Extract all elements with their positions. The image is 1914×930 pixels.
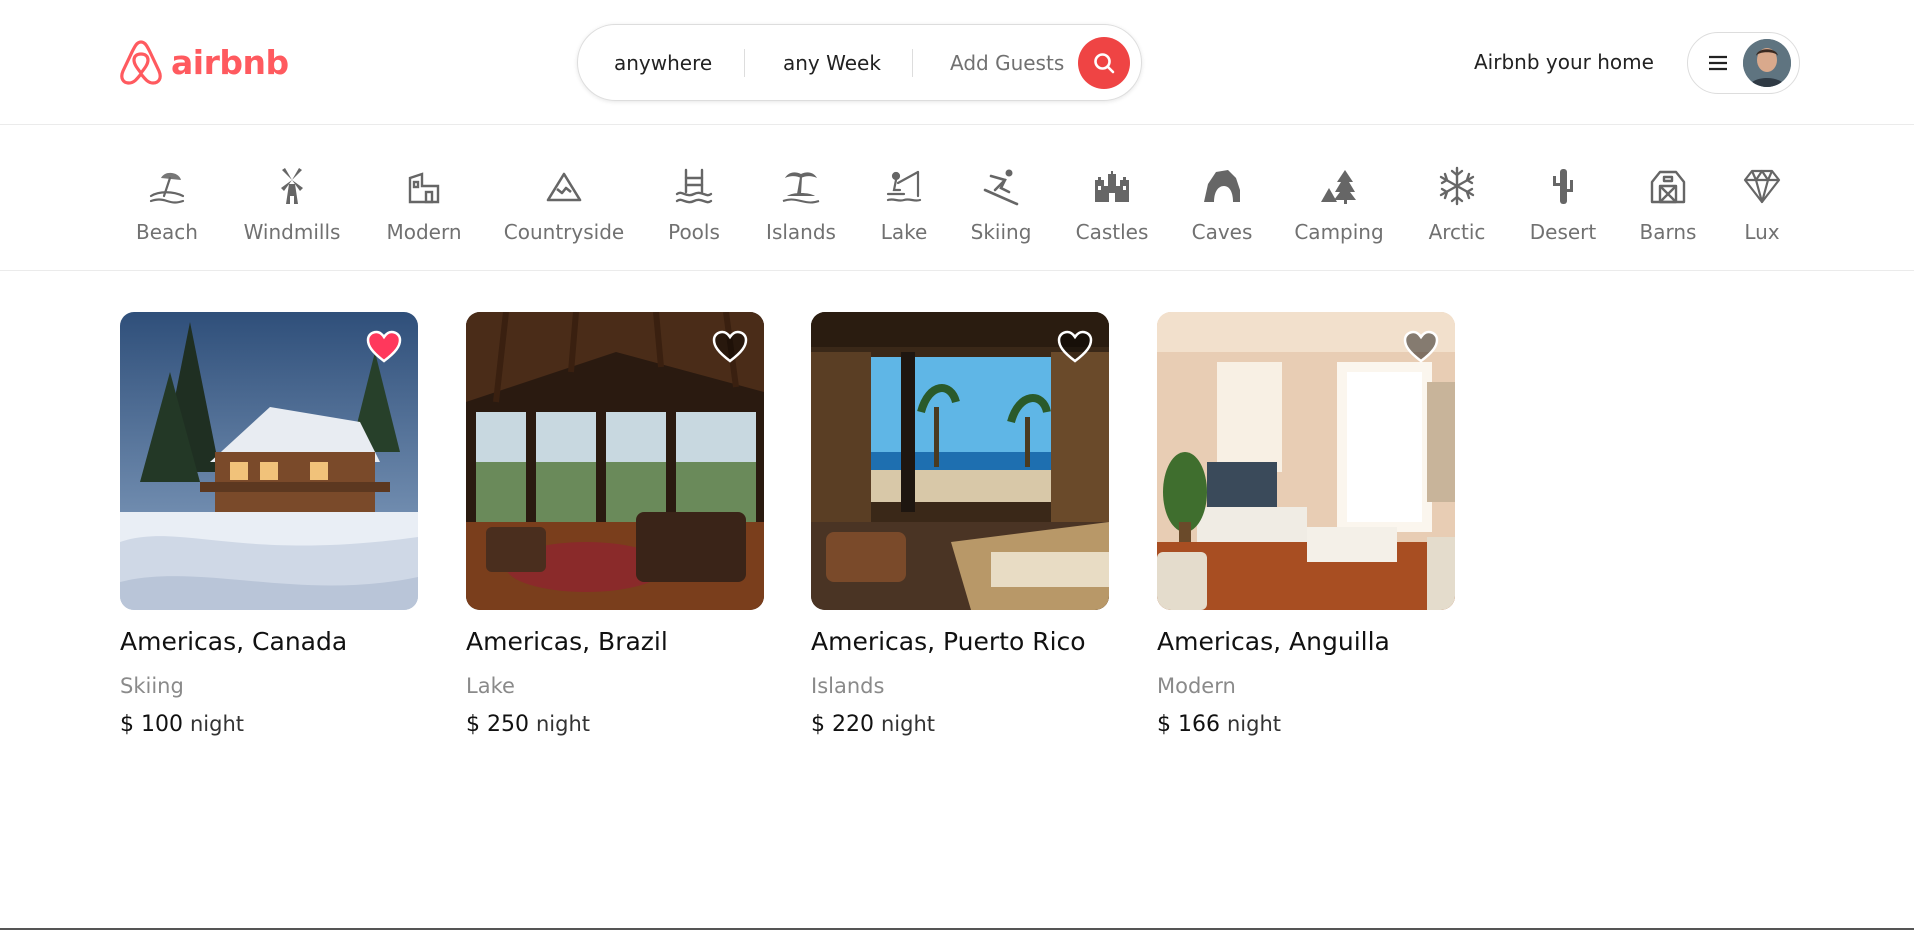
lake-fishing-icon	[883, 165, 925, 207]
listing-location: Americas, Anguilla	[1157, 627, 1390, 656]
category-label: Barns	[1639, 220, 1697, 244]
category-lux[interactable]: Lux	[1741, 125, 1783, 271]
category-label: Arctic	[1428, 220, 1486, 244]
search-when[interactable]: any Week	[783, 25, 881, 100]
listing-location: Americas, Canada	[120, 627, 348, 656]
listing-price: $ 220 night	[811, 712, 1109, 737]
category-camping[interactable]: Camping	[1294, 125, 1384, 271]
search-divider	[744, 49, 745, 77]
favorite-heart-icon[interactable]	[1057, 330, 1093, 364]
category-lake[interactable]: Lake	[880, 125, 928, 271]
listing-photo[interactable]	[811, 312, 1109, 610]
category-label: Windmills	[243, 220, 341, 244]
price-value: $ 166	[1157, 712, 1220, 737]
listing-location: Americas, Brazil	[466, 627, 668, 656]
island-icon	[780, 165, 822, 207]
cactus-icon	[1542, 165, 1584, 207]
top-header: airbnb anywhere any Week Add Guests Airb…	[0, 0, 1914, 125]
category-label: Countryside	[503, 220, 625, 244]
category-label: Castles	[1075, 220, 1149, 244]
tent-tree-icon	[1318, 165, 1360, 207]
price-unit: night	[1226, 712, 1282, 736]
listing-photo[interactable]	[1157, 312, 1455, 610]
search-where[interactable]: anywhere	[614, 25, 712, 100]
price-value: $ 100	[120, 712, 183, 737]
modern-house-icon	[403, 165, 445, 207]
favorite-heart-icon[interactable]	[1403, 330, 1439, 364]
user-menu-button[interactable]	[1687, 32, 1800, 94]
category-label: Camping	[1294, 220, 1384, 244]
search-divider	[912, 49, 913, 77]
listing-category: Islands	[811, 674, 885, 698]
search-guests[interactable]: Add Guests	[950, 25, 1064, 100]
beach-icon	[146, 165, 188, 207]
listing-card[interactable]: Americas, Puerto Rico Islands $ 220 nigh…	[811, 312, 1109, 737]
category-label: Desert	[1529, 220, 1597, 244]
search-bar[interactable]: anywhere any Week Add Guests	[577, 24, 1142, 101]
price-unit: night	[535, 712, 591, 736]
category-arctic[interactable]: Arctic	[1428, 125, 1486, 271]
user-avatar	[1743, 39, 1791, 87]
price-unit: night	[189, 712, 245, 736]
category-label: Skiing	[970, 220, 1032, 244]
listing-category: Modern	[1157, 674, 1236, 698]
price-value: $ 250	[466, 712, 529, 737]
listing-photo[interactable]	[120, 312, 418, 610]
mountain-icon	[543, 165, 585, 207]
listing-card[interactable]: Americas, Brazil Lake $ 250 night	[466, 312, 764, 737]
category-label: Lake	[880, 220, 928, 244]
category-pools[interactable]: Pools	[666, 125, 722, 271]
listing-price: $ 100 night	[120, 712, 418, 737]
skier-icon	[980, 165, 1022, 207]
category-islands[interactable]: Islands	[766, 125, 836, 271]
barn-icon	[1647, 165, 1689, 207]
listing-card[interactable]: Americas, Anguilla Modern $ 166 night	[1157, 312, 1455, 737]
search-icon	[1094, 53, 1115, 74]
listing-category: Lake	[466, 674, 515, 698]
pool-icon	[673, 165, 715, 207]
category-label: Islands	[766, 220, 836, 244]
listing-card[interactable]: Americas, Canada Skiing $ 100 night	[120, 312, 418, 737]
category-modern[interactable]: Modern	[386, 125, 462, 271]
price-value: $ 220	[811, 712, 874, 737]
category-caves[interactable]: Caves	[1191, 125, 1253, 271]
category-label: Beach	[136, 220, 198, 244]
listing-category: Skiing	[120, 674, 184, 698]
hamburger-menu-icon	[1709, 55, 1727, 71]
listing-location: Americas, Puerto Rico	[811, 627, 1086, 656]
category-barns[interactable]: Barns	[1640, 125, 1696, 271]
castle-icon	[1091, 165, 1133, 207]
category-label: Pools	[668, 220, 720, 244]
listing-price: $ 250 night	[466, 712, 764, 737]
category-label: Lux	[1744, 220, 1780, 244]
snowflake-icon	[1436, 165, 1478, 207]
price-unit: night	[880, 712, 936, 736]
airbnb-your-home-link[interactable]: Airbnb your home	[1474, 50, 1654, 74]
diamond-icon	[1741, 165, 1783, 207]
brand-name: airbnb	[171, 42, 289, 82]
category-label: Modern	[386, 220, 462, 244]
category-castles[interactable]: Castles	[1076, 125, 1148, 271]
category-label: Caves	[1191, 220, 1253, 244]
listing-price: $ 166 night	[1157, 712, 1455, 737]
airbnb-logo-icon	[120, 40, 162, 85]
category-bar: Beach Windmills Modern Countryside Pools…	[0, 125, 1914, 271]
favorite-heart-icon[interactable]	[712, 330, 748, 364]
category-desert[interactable]: Desert	[1530, 125, 1596, 271]
windmill-icon	[271, 165, 313, 207]
listing-photo[interactable]	[466, 312, 764, 610]
airbnb-logo[interactable]: airbnb	[119, 38, 289, 86]
cave-icon	[1201, 165, 1243, 207]
category-countryside[interactable]: Countryside	[503, 125, 625, 271]
category-windmills[interactable]: Windmills	[243, 125, 341, 271]
favorite-heart-icon[interactable]	[366, 330, 402, 364]
search-button[interactable]	[1078, 37, 1130, 89]
category-skiing[interactable]: Skiing	[970, 125, 1032, 271]
category-beach[interactable]: Beach	[135, 125, 199, 271]
